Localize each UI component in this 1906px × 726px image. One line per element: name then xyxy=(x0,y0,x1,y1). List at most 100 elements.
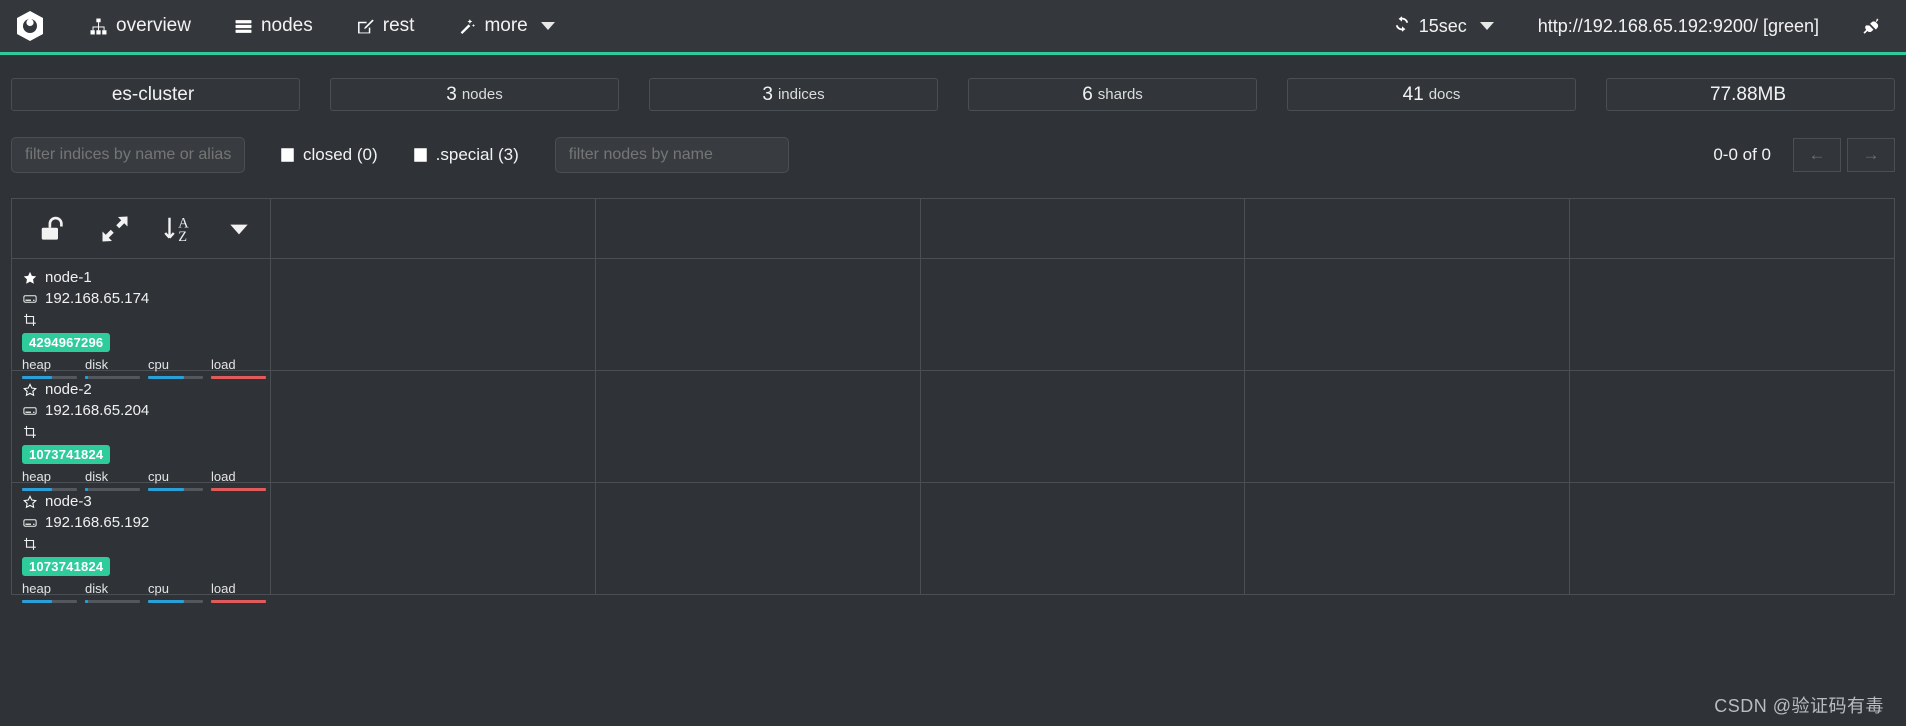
top-right-controls: 15sec http://192.168.65.192:9200/ [green… xyxy=(1376,10,1906,43)
node-role-line xyxy=(22,421,270,442)
app-logo-icon[interactable] xyxy=(10,6,50,46)
pagination-prev-button[interactable]: ← xyxy=(1793,138,1841,172)
cluster-url-label[interactable]: http://192.168.65.192:9200/ [green] xyxy=(1512,10,1845,43)
filter-bar: closed (0) .special (3) 0-0 of 0 ← → xyxy=(0,111,1906,173)
node-info-cell[interactable]: node-3 192.168.65.192 1073741824 heap di… xyxy=(12,483,271,603)
node-name-line: node-1 xyxy=(22,267,270,288)
metric-disk: disk xyxy=(85,581,148,603)
stat-value: 3 xyxy=(762,83,773,105)
node-host-line: 192.168.65.204 xyxy=(22,400,270,421)
metric-label: cpu xyxy=(148,581,169,596)
grid-cell xyxy=(1570,483,1894,594)
top-navigation-bar: overview nodes rest more 15sec http://19… xyxy=(0,0,1906,55)
nav-label-overview: overview xyxy=(116,15,191,36)
grid-cell xyxy=(271,371,596,482)
pagination-label: 0-0 of 0 xyxy=(1713,145,1771,164)
node-memory-badge: 4294967296 xyxy=(22,333,111,352)
stat-shards: 6 shards xyxy=(968,78,1257,111)
stat-value: es-cluster xyxy=(111,83,195,105)
grid-cell xyxy=(1245,259,1571,370)
nodes-filter-input[interactable] xyxy=(554,137,789,173)
special-indices-label: .special (3) xyxy=(435,145,519,164)
nav-item-rest[interactable]: rest xyxy=(335,9,437,43)
expand-arrows-icon[interactable] xyxy=(84,200,146,258)
node-host-line: 192.168.65.192 xyxy=(22,512,270,533)
metric-label: disk xyxy=(85,581,109,596)
table-row: node-3 192.168.65.192 1073741824 heap di… xyxy=(12,483,1894,603)
closed-indices-label: closed (0) xyxy=(303,145,378,164)
star-outline-icon[interactable] xyxy=(22,494,37,509)
stat-value: 3 xyxy=(446,83,457,105)
stat-unit: nodes xyxy=(461,86,503,103)
node-host: 192.168.65.192 xyxy=(45,514,150,531)
nav-item-nodes[interactable]: nodes xyxy=(213,9,335,43)
data-node-icon xyxy=(22,537,37,551)
metric-track xyxy=(148,600,203,603)
watermark-text: CSDN @验证码有毒 xyxy=(1714,696,1884,716)
grid-cell xyxy=(596,483,921,594)
metric-track xyxy=(211,600,266,603)
node-info-cell[interactable]: node-1 192.168.65.174 4294967296 heap di… xyxy=(12,259,271,379)
unlock-icon[interactable] xyxy=(22,200,84,258)
metric-cpu: cpu xyxy=(148,581,211,603)
metric-fill xyxy=(148,600,185,603)
metric-fill xyxy=(22,600,52,603)
grid-cell xyxy=(271,483,596,594)
hdd-icon xyxy=(22,516,37,530)
stat-docs: 41 docs xyxy=(1287,78,1576,111)
metric-label: load xyxy=(211,357,236,372)
refresh-interval-selector[interactable]: 15sec xyxy=(1376,10,1512,43)
star-filled-icon[interactable] xyxy=(22,271,37,285)
nav-label-more: more xyxy=(484,15,528,36)
star-outline-icon[interactable] xyxy=(22,382,37,397)
hdd-icon xyxy=(22,292,37,306)
grid-cell xyxy=(1245,371,1571,482)
indices-filter-input[interactable] xyxy=(11,137,245,173)
metric-label: cpu xyxy=(148,469,169,484)
sort-alpha-down-icon[interactable]: A Z xyxy=(146,200,208,258)
node-info-cell[interactable]: node-2 192.168.65.204 1073741824 heap di… xyxy=(12,371,271,491)
metric-label: load xyxy=(211,469,236,484)
stat-cluster-name: es-cluster xyxy=(11,78,300,111)
metric-label: load xyxy=(211,581,236,596)
grid-cell xyxy=(921,483,1246,594)
stat-store-size: 77.88MB xyxy=(1606,78,1895,111)
pagination-next-button[interactable]: → xyxy=(1847,138,1895,172)
stat-unit: shards xyxy=(1097,86,1143,103)
svg-text:Z: Z xyxy=(178,228,187,243)
grid-cell xyxy=(1570,371,1894,482)
metric-track xyxy=(22,600,77,603)
grid-cell xyxy=(271,259,596,370)
grid-cell xyxy=(596,371,921,482)
node-role-line xyxy=(22,533,270,554)
metric-track xyxy=(85,600,140,603)
grid-header-column xyxy=(921,199,1246,258)
pagination-controls: 0-0 of 0 ← → xyxy=(1713,138,1895,172)
nav-item-overview[interactable]: overview xyxy=(68,9,213,43)
checkbox-box[interactable] xyxy=(281,148,294,162)
grid-cell xyxy=(1570,259,1894,370)
table-row: node-2 192.168.65.204 1073741824 heap di… xyxy=(12,371,1894,491)
checkbox-box[interactable] xyxy=(413,148,427,162)
closed-indices-checkbox[interactable]: closed (0) xyxy=(281,145,378,165)
node-name-line: node-2 xyxy=(22,379,270,400)
metric-label: disk xyxy=(85,357,109,372)
node-host-line: 192.168.65.174 xyxy=(22,288,270,309)
stat-unit: docs xyxy=(1428,86,1461,103)
metric-load: load xyxy=(211,581,274,603)
main-nav: overview nodes rest more xyxy=(68,9,577,43)
grid-cell xyxy=(1245,483,1571,594)
special-indices-checkbox[interactable]: .special (3) xyxy=(413,145,519,165)
plug-icon[interactable] xyxy=(1845,11,1892,42)
metric-fill xyxy=(85,600,88,603)
stat-value: 6 xyxy=(1082,83,1093,105)
node-memory-badge: 1073741824 xyxy=(22,445,111,464)
data-node-icon xyxy=(22,425,37,439)
nav-item-more[interactable]: more xyxy=(436,9,576,43)
chevron-down-icon xyxy=(1479,22,1494,30)
refresh-interval-label: 15sec xyxy=(1418,15,1467,36)
metric-label: heap xyxy=(22,581,51,596)
chevron-down-icon[interactable] xyxy=(208,200,270,258)
metric-label: cpu xyxy=(148,357,169,372)
cluster-stats-row: es-cluster 3 nodes 3 indices 6 shards 41… xyxy=(0,55,1906,111)
